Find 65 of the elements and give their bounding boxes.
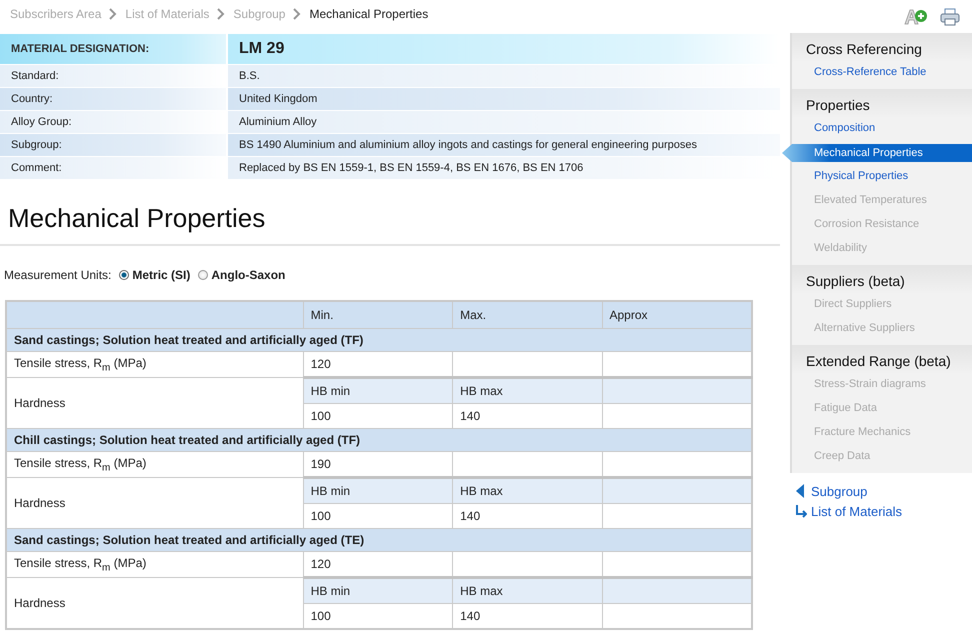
radio-button[interactable] [198,270,208,280]
field-value: BS 1490 Aluminium and aluminium alloy ingots and castings for general engineering purposes [227,134,780,156]
column-header: Min. [303,301,453,328]
page-heading: Mechanical Properties [0,180,780,246]
units-label: Measurement Units: [4,268,112,282]
table-cell: 190 [303,452,453,478]
subheader-cell: HB min [303,578,453,604]
group-heading: Chill castings; Solution heat treated and artificially aged (TF) [6,428,752,452]
subheader-cell: HB max [452,578,602,604]
property-label: Hardness [6,378,304,428]
field-value: United Kingdom [227,88,780,110]
chevron-icon [293,8,302,20]
column-header: Approx [602,301,752,328]
property-label: Tensile stress, R$_{m}$ (MPa) [6,352,304,378]
font-size-icon[interactable] [904,8,928,26]
subheader-cell: HB min [303,378,453,404]
chevron-icon [109,8,118,20]
menu-item: Fatigue Data [813,401,878,416]
property-label: Hardness [6,478,304,528]
group-heading: Sand castings; Solution heat treated and artificially aged (TF) [6,328,752,352]
option-label[interactable]: Metric (SI) [132,268,190,282]
section-title: Extended Range (beta) [806,353,952,371]
table-cell: 100 [303,604,453,629]
table-cell: 120 [303,352,453,378]
section-title: Suppliers (beta) [806,273,906,291]
menu-item: Corrosion Resistance [813,217,920,232]
column-header: Max. [452,301,602,328]
field-label: Subgroup: [0,134,227,156]
chevron-icon [217,8,226,20]
property-label: Hardness [6,578,304,629]
option-label[interactable]: Anglo-Saxon [211,268,286,282]
property-label: Tensile stress, R$_{m}$ (MPa) [6,552,304,578]
table-cell: 140 [452,404,602,428]
menu-item[interactable]: Mechanical Properties [782,144,972,162]
table-cell: 140 [452,504,602,528]
field-label: Country: [0,88,227,110]
menu-item[interactable]: Composition [792,117,972,141]
table-cell: 100 [303,404,453,428]
section-title: Properties [806,97,871,115]
section-title: Cross Referencing [806,41,923,59]
subheader-cell: HB max [452,478,602,504]
menu-item: Fracture Mechanics [813,425,912,440]
radio-button[interactable] [119,270,130,280]
group-heading: Sand castings; Solution heat treated and artificially aged (TE) [6,528,752,552]
table-cell: 140 [452,604,602,629]
breadcrumb-current: Mechanical Properties [309,7,428,21]
subheader-cell: HB max [452,378,602,404]
up-level-icon [795,504,807,518]
menu-item: Stress-Strain diagrams [813,377,927,392]
menu-item: Creep Data [813,449,872,464]
menu-item: Elevated Temperatures [813,193,928,208]
back-arrow-icon [795,484,807,498]
menu-item: Alternative Suppliers [813,321,916,336]
print-icon[interactable] [940,8,960,26]
menu-item[interactable]: Physical Properties [792,165,972,189]
designation-label: MATERIAL DESIGNATION: [0,34,227,64]
table-cell: 100 [303,504,453,528]
subheader-cell: HB min [303,478,453,504]
table-cell: 120 [303,552,453,578]
nav-link[interactable]: List of Materials [811,504,902,518]
property-label: Tensile stress, R$_{m}$ (MPa) [6,452,304,478]
menu-item: Weldability [813,241,868,256]
menu-item: Direct Suppliers [813,297,893,312]
nav-link[interactable]: Subgroup [811,484,868,498]
menu-item[interactable]: Cross-Reference Table [792,61,972,85]
